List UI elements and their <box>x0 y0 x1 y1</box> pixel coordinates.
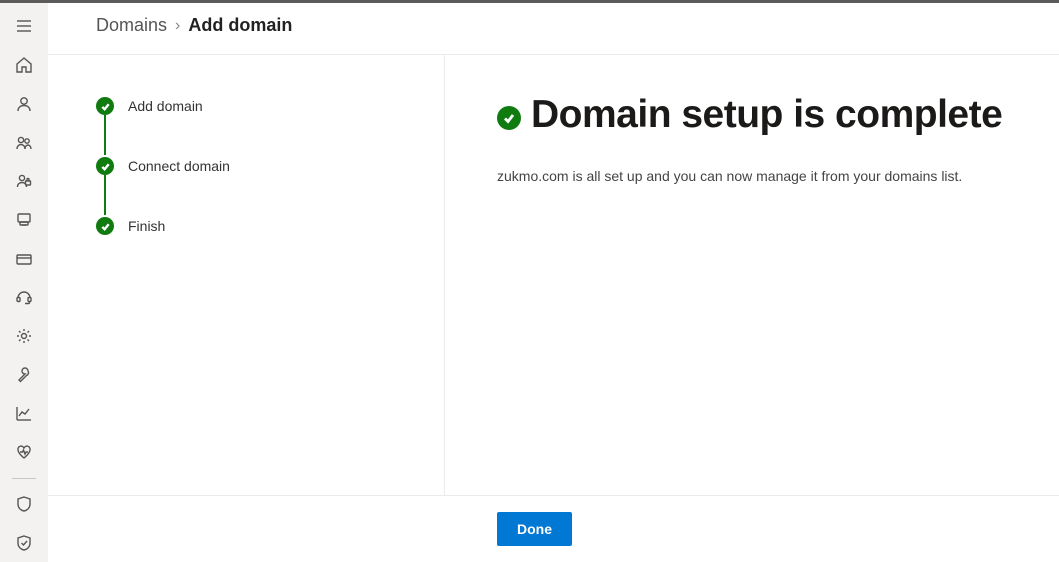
done-button[interactable]: Done <box>497 512 572 546</box>
header: Domains › Add domain <box>48 3 1059 55</box>
wrench-icon <box>15 366 33 384</box>
nav-compliance[interactable] <box>0 523 48 562</box>
nav-home[interactable] <box>0 46 48 85</box>
support-icon <box>15 288 33 306</box>
nav-resources[interactable] <box>0 201 48 240</box>
nav-divider <box>12 478 36 479</box>
chevron-right-icon: › <box>175 17 180 35</box>
nav-users[interactable] <box>0 84 48 123</box>
app-layout: Domains › Add domain Add domain Connect … <box>0 3 1059 562</box>
menu-toggle[interactable] <box>0 7 48 46</box>
title-row: Domain setup is complete <box>497 93 1059 137</box>
detail-panel: Domain setup is complete zukmo.com is al… <box>445 55 1059 495</box>
check-icon <box>96 97 114 115</box>
check-icon <box>96 217 114 235</box>
nav-roles[interactable] <box>0 162 48 201</box>
nav-groups[interactable] <box>0 123 48 162</box>
home-icon <box>15 56 33 74</box>
groups-icon <box>15 134 33 152</box>
breadcrumb-current: Add domain <box>188 15 292 36</box>
step-label: Connect domain <box>128 158 230 174</box>
breadcrumb: Domains › Add domain <box>96 15 1059 36</box>
step-label: Add domain <box>128 98 203 114</box>
check-icon <box>96 157 114 175</box>
content-row: Add domain Connect domain Finish Domain … <box>48 55 1059 495</box>
footer: Done <box>48 495 1059 562</box>
nav-reports[interactable] <box>0 394 48 433</box>
nav-settings[interactable] <box>0 317 48 356</box>
nav-security[interactable] <box>0 485 48 524</box>
step-add-domain: Add domain <box>96 95 444 117</box>
nav-rail <box>0 3 48 562</box>
step-label: Finish <box>128 218 165 234</box>
page-description: zukmo.com is all set up and you can now … <box>497 167 1059 187</box>
shield-icon <box>15 495 33 513</box>
reports-icon <box>15 405 33 423</box>
nav-support[interactable] <box>0 278 48 317</box>
nav-setup[interactable] <box>0 355 48 394</box>
breadcrumb-parent[interactable]: Domains <box>96 15 167 36</box>
page-title: Domain setup is complete <box>531 93 1002 137</box>
hamburger-icon <box>15 17 33 35</box>
step-connect-domain: Connect domain <box>96 155 444 177</box>
wizard-steps: Add domain Connect domain Finish <box>48 55 445 495</box>
nav-billing[interactable] <box>0 239 48 278</box>
roles-icon <box>15 172 33 190</box>
nav-health[interactable] <box>0 433 48 472</box>
compliance-icon <box>15 534 33 552</box>
resources-icon <box>15 211 33 229</box>
user-icon <box>15 95 33 113</box>
settings-icon <box>15 327 33 345</box>
step-connector <box>104 115 106 155</box>
health-icon <box>15 443 33 461</box>
main-content: Domains › Add domain Add domain Connect … <box>48 3 1059 562</box>
billing-icon <box>15 250 33 268</box>
step-finish: Finish <box>96 215 444 237</box>
step-connector <box>104 175 106 215</box>
check-icon <box>497 106 521 130</box>
